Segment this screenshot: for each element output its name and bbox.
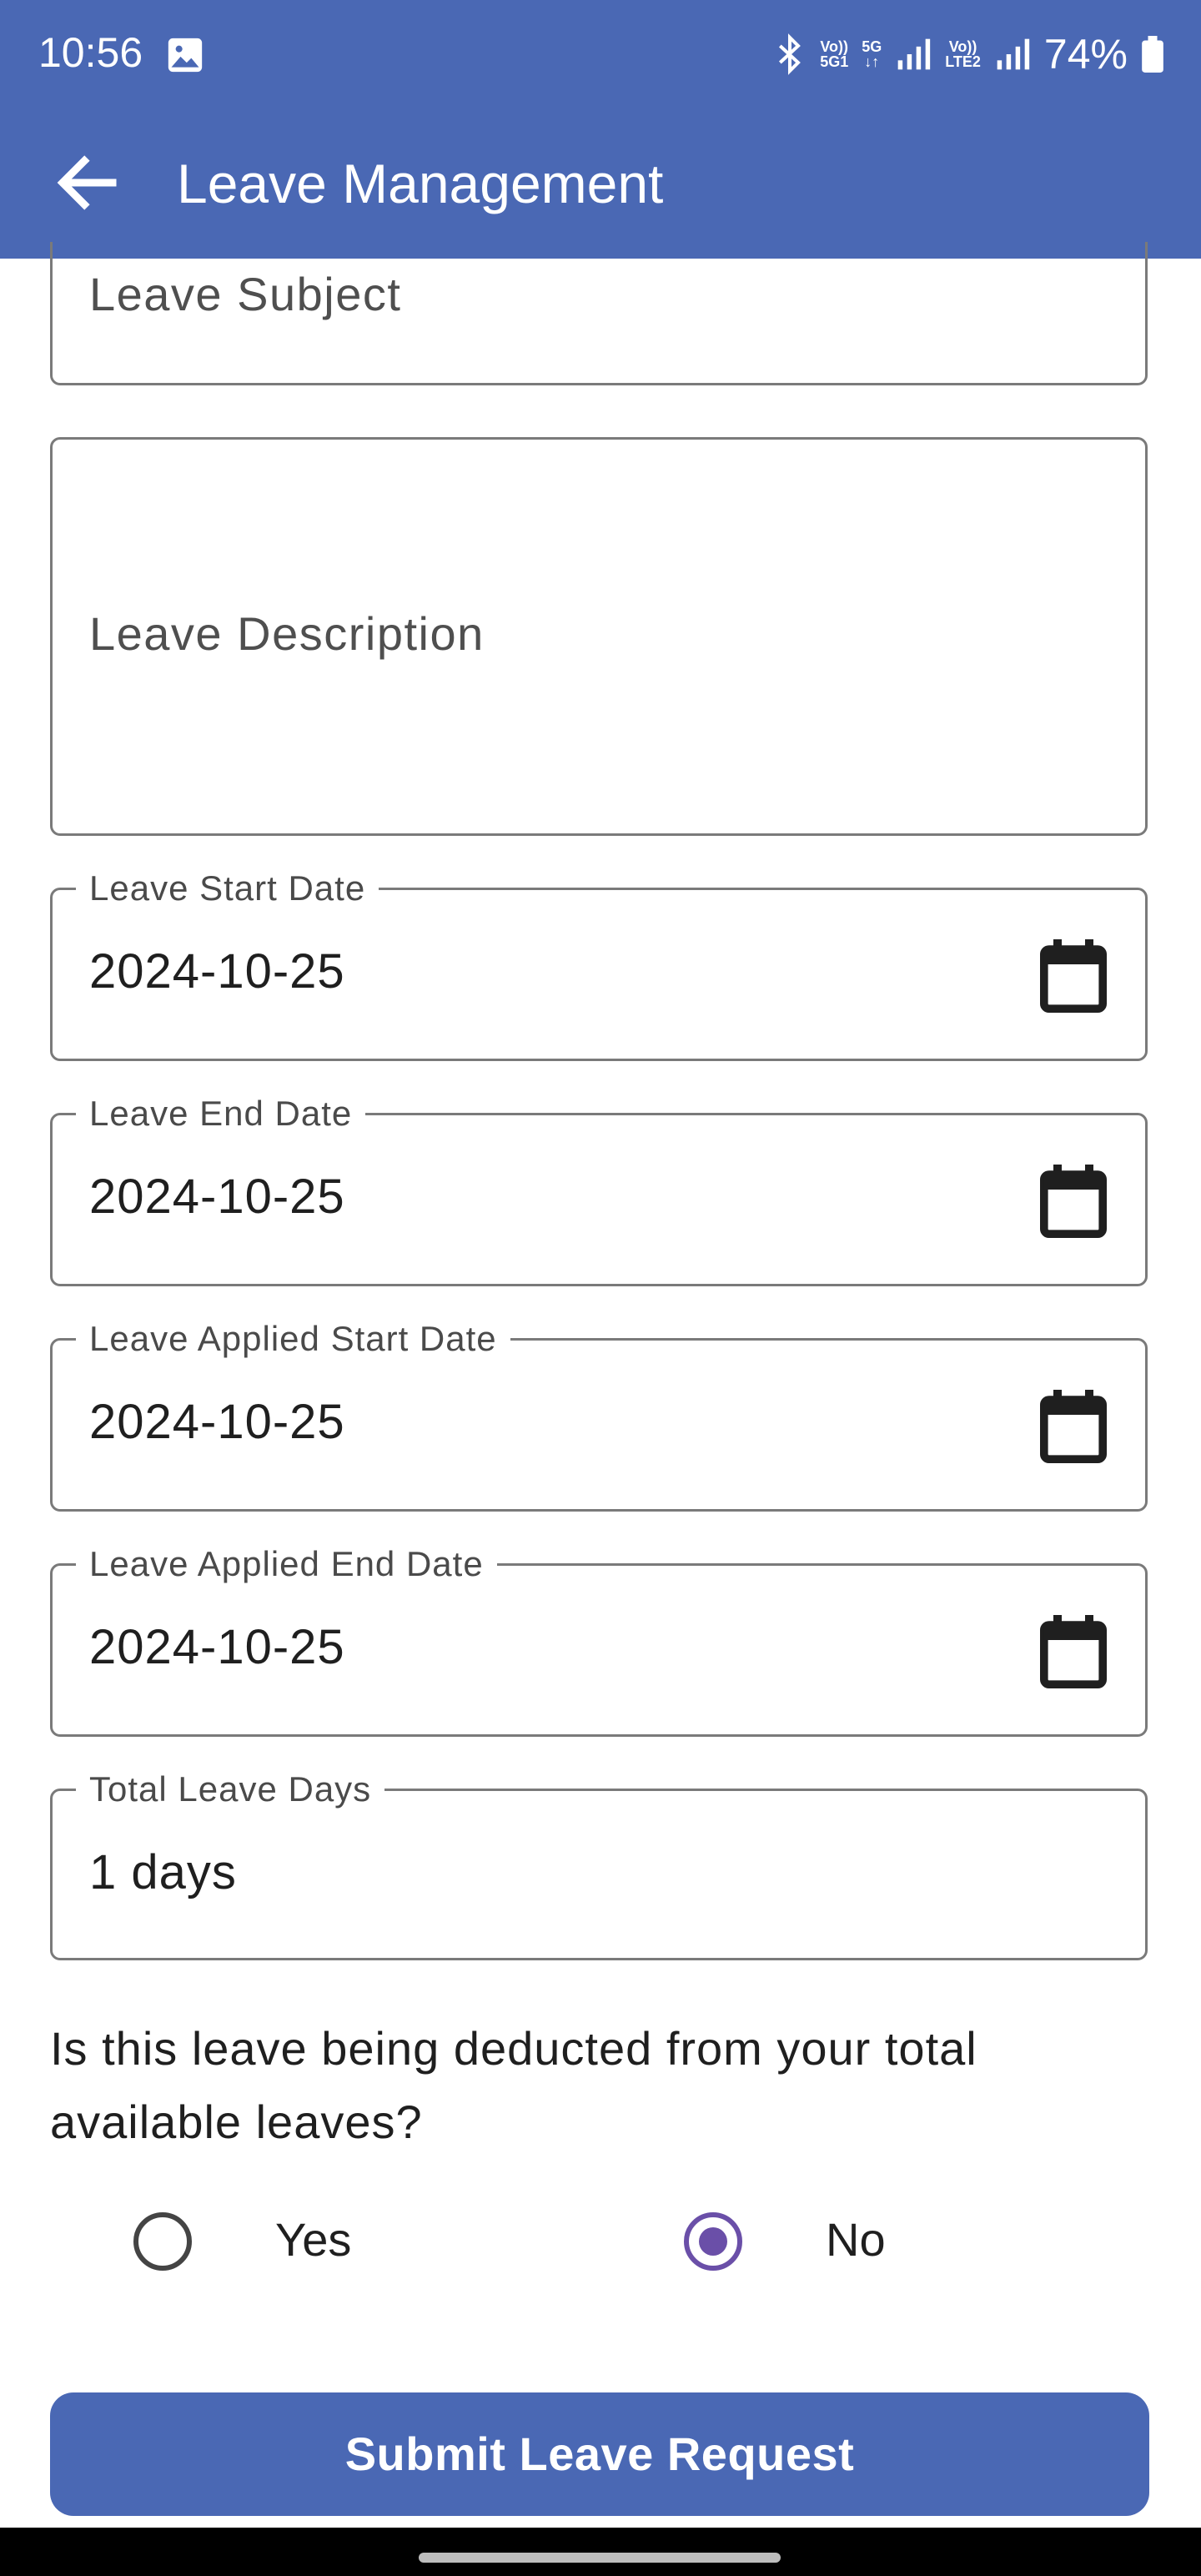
arrow-back-icon[interactable] [50,145,125,220]
calendar-icon[interactable] [1040,938,1107,1014]
leave-subject-input[interactable]: Leave Subject [50,242,1148,385]
volte-5g-icon: Vo)) 5G1 [820,38,849,70]
leave-start-date-label: Leave Start Date [76,868,379,908]
signal-icon [997,38,1030,70]
total-leave-days-value: 1 days [89,1845,237,1899]
home-gesture-handle[interactable] [419,2553,781,2563]
total-leave-days-label: Total Leave Days [76,1769,385,1809]
leave-description-input[interactable]: Leave Description [50,437,1148,836]
calendar-icon[interactable] [1040,1164,1107,1239]
submit-leave-request-button[interactable]: Submit Leave Request [50,2392,1149,2516]
image-icon [168,38,203,73]
page-title: Leave Management [177,153,664,214]
leave-applied-start-date-value: 2024-10-25 [89,1395,345,1449]
deduction-question: Is this leave being deducted from your t… [50,2022,977,2148]
radio-no[interactable] [684,2212,742,2271]
calendar-icon[interactable] [1040,1389,1107,1464]
radio-yes-label[interactable]: Yes [275,2212,351,2267]
leave-subject-placeholder: Leave Subject [89,268,402,320]
leave-applied-end-date-field[interactable]: Leave Applied End Date 2024-10-25 [50,1544,1148,1737]
battery-percentage: 74% [1043,31,1128,78]
volte-lte2-icon: Vo)) LTE2 [945,38,981,70]
signal-icon [897,38,931,70]
leave-start-date-field[interactable]: Leave Start Date 2024-10-25 [50,868,1148,1061]
leave-end-date-field[interactable]: Leave End Date 2024-10-25 [50,1094,1148,1286]
leave-applied-end-date-value: 2024-10-25 [89,1620,345,1674]
status-icons: Vo)) 5G1 5G ↓↑ Vo)) LTE2 74% [773,25,1164,83]
leave-end-date-value: 2024-10-25 [89,1170,345,1224]
leave-applied-start-date-field[interactable]: Leave Applied Start Date 2024-10-25 [50,1319,1148,1512]
leave-end-date-label: Leave End Date [76,1094,366,1134]
status-bar: 10:56 Vo)) 5G1 5G ↓↑ Vo)) LTE2 74% [0,0,1201,108]
bluetooth-icon [779,33,802,75]
radio-no-dot [699,2227,727,2256]
navigation-bar [0,2528,1201,2576]
radio-no-label[interactable]: No [826,2212,886,2267]
leave-start-date-value: 2024-10-25 [89,944,345,999]
total-leave-days-field[interactable]: Total Leave Days 1 days [50,1769,1148,1960]
status-time: 10:56 [38,29,143,76]
leave-applied-end-date-label: Leave Applied End Date [76,1544,497,1584]
battery-icon [1142,36,1163,73]
radio-yes[interactable] [133,2212,192,2271]
calendar-icon[interactable] [1040,1614,1107,1689]
leave-description-placeholder: Leave Description [89,607,485,660]
app-bar: Leave Management [0,108,1201,259]
5g-data-icon: 5G ↓↑ [862,38,882,70]
leave-applied-start-date-label: Leave Applied Start Date [76,1319,510,1359]
